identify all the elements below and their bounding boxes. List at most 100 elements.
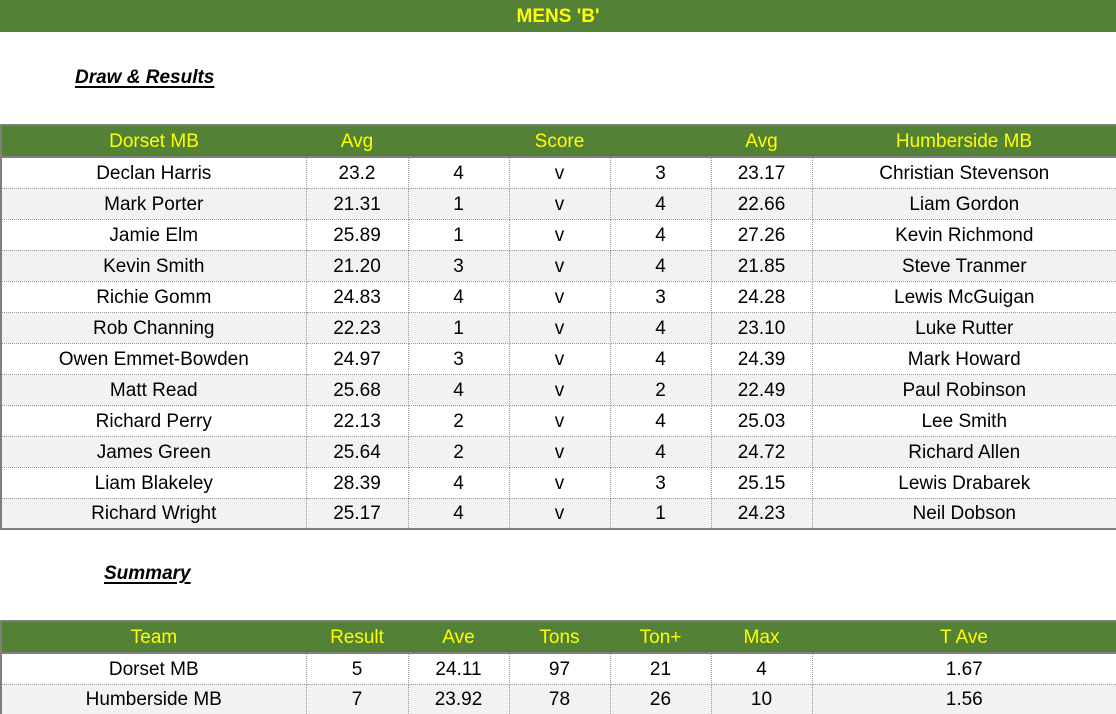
home-avg-cell: 25.17 — [306, 498, 409, 529]
summary-header-team: Team — [1, 621, 306, 654]
away-player-cell: Lewis Drabarek — [812, 467, 1116, 499]
results-table: Dorset MB Avg Score Avg Humberside MB De… — [0, 124, 1116, 530]
summary-result-cell: 5 — [306, 653, 409, 685]
table-row: Rob Channing 22.23 1 v 4 23.10 Luke Rutter — [1, 312, 1116, 344]
home-score-cell: 1 — [408, 188, 510, 220]
away-score-cell: 4 — [610, 250, 712, 282]
away-avg-cell: 23.17 — [711, 157, 813, 189]
home-avg-cell: 24.83 — [306, 281, 409, 313]
summary-row: Humberside MB 7 23.92 78 26 10 1.56 — [1, 684, 1116, 714]
versus-cell: v — [509, 498, 611, 529]
away-player-cell: Lewis McGuigan — [812, 281, 1116, 313]
home-score-cell: 1 — [408, 312, 510, 344]
home-score-cell: 4 — [408, 157, 510, 189]
home-player-cell: Owen Emmet-Bowden — [1, 343, 307, 375]
table-row: Richard Wright 25.17 4 v 1 24.23 Neil Dobson — [1, 498, 1116, 529]
summary-tons-cell: 78 — [509, 684, 611, 714]
home-player-cell: Rob Channing — [1, 312, 307, 344]
table-row: Declan Harris 23.2 4 v 3 23.17 Christian Steve… — [1, 157, 1116, 189]
home-score-cell: 4 — [408, 498, 510, 529]
home-player-cell: Declan Harris — [1, 157, 307, 189]
home-player-cell: Jamie Elm — [1, 219, 307, 251]
away-player-cell: Christian Stevenson — [812, 157, 1116, 189]
home-avg-cell: 23.2 — [306, 157, 409, 189]
away-avg-cell: 25.03 — [711, 405, 813, 437]
home-score-cell: 4 — [408, 467, 510, 499]
versus-cell: v — [509, 343, 611, 375]
away-player-cell: Luke Rutter — [812, 312, 1116, 344]
away-score-cell: 4 — [610, 312, 712, 344]
home-player-cell: Richard Perry — [1, 405, 307, 437]
summary-ave-cell: 24.11 — [408, 653, 510, 685]
home-avg-cell: 25.68 — [306, 374, 409, 406]
away-avg-cell: 25.15 — [711, 467, 813, 499]
home-avg-cell: 22.23 — [306, 312, 409, 344]
away-score-cell: 3 — [610, 157, 712, 189]
away-player-cell: Steve Tranmer — [812, 250, 1116, 282]
versus-cell: v — [509, 250, 611, 282]
header-score: Score — [408, 125, 711, 158]
versus-cell: v — [509, 467, 611, 499]
away-avg-cell: 22.49 — [711, 374, 813, 406]
home-score-cell: 3 — [408, 250, 510, 282]
away-score-cell: 4 — [610, 219, 712, 251]
home-score-cell: 4 — [408, 374, 510, 406]
summary-header-result: Result — [306, 621, 408, 654]
away-player-cell: Paul Robinson — [812, 374, 1116, 406]
versus-cell: v — [509, 312, 611, 344]
home-avg-cell: 21.31 — [306, 188, 409, 220]
header-home-avg: Avg — [306, 125, 408, 158]
summary-t-ave-cell: 1.56 — [812, 684, 1116, 714]
table-row: Owen Emmet-Bowden 24.97 3 v 4 24.39 Mark Howar… — [1, 343, 1116, 375]
away-avg-cell: 21.85 — [711, 250, 813, 282]
summary-t-ave-cell: 1.67 — [812, 653, 1116, 685]
draw-results-heading: Draw & Results — [75, 67, 215, 88]
away-avg-cell: 24.23 — [711, 498, 813, 529]
summary-tons-cell: 97 — [509, 653, 611, 685]
summary-header-ave: Ave — [408, 621, 509, 654]
table-row: Jamie Elm 25.89 1 v 4 27.26 Kevin Richmond — [1, 219, 1116, 251]
home-avg-cell: 21.20 — [306, 250, 409, 282]
table-row: James Green 25.64 2 v 4 24.72 Richard Allen — [1, 436, 1116, 468]
home-player-cell: Richie Gomm — [1, 281, 307, 313]
home-player-cell: Liam Blakeley — [1, 467, 307, 499]
home-score-cell: 4 — [408, 281, 510, 313]
away-score-cell: 4 — [610, 188, 712, 220]
away-score-cell: 4 — [610, 343, 712, 375]
home-player-cell: Mark Porter — [1, 188, 307, 220]
versus-cell: v — [509, 157, 611, 189]
away-player-cell: Richard Allen — [812, 436, 1116, 468]
summary-team-cell: Dorset MB — [1, 653, 307, 685]
away-avg-cell: 24.72 — [711, 436, 813, 468]
away-player-cell: Neil Dobson — [812, 498, 1116, 529]
table-row: Matt Read 25.68 4 v 2 22.49 Paul Robinson — [1, 374, 1116, 406]
results-header-row: Dorset MB Avg Score Avg Humberside MB — [1, 125, 1116, 158]
home-score-cell: 2 — [408, 436, 510, 468]
away-player-cell: Liam Gordon — [812, 188, 1116, 220]
home-player-cell: James Green — [1, 436, 307, 468]
summary-ave-cell: 23.92 — [408, 684, 510, 714]
summary-max-cell: 4 — [711, 653, 813, 685]
versus-cell: v — [509, 405, 611, 437]
table-row: Richard Perry 22.13 2 v 4 25.03 Lee Smith — [1, 405, 1116, 437]
header-away-avg: Avg — [711, 125, 812, 158]
versus-cell: v — [509, 188, 611, 220]
summary-header-tons: Tons — [509, 621, 610, 654]
away-avg-cell: 27.26 — [711, 219, 813, 251]
home-player-cell: Kevin Smith — [1, 250, 307, 282]
table-row: Liam Blakeley 28.39 4 v 3 25.15 Lewis Drabarek — [1, 467, 1116, 499]
home-score-cell: 3 — [408, 343, 510, 375]
home-avg-cell: 25.89 — [306, 219, 409, 251]
summary-ton-plus-cell: 26 — [610, 684, 712, 714]
versus-cell: v — [509, 219, 611, 251]
header-away-team: Humberside MB — [812, 125, 1116, 158]
home-avg-cell: 22.13 — [306, 405, 409, 437]
away-avg-cell: 24.28 — [711, 281, 813, 313]
home-avg-cell: 24.97 — [306, 343, 409, 375]
home-avg-cell: 28.39 — [306, 467, 409, 499]
summary-header-t-ave: T Ave — [812, 621, 1116, 654]
away-player-cell: Lee Smith — [812, 405, 1116, 437]
home-avg-cell: 25.64 — [306, 436, 409, 468]
away-score-cell: 3 — [610, 467, 712, 499]
table-row: Mark Porter 21.31 1 v 4 22.66 Liam Gordon — [1, 188, 1116, 220]
